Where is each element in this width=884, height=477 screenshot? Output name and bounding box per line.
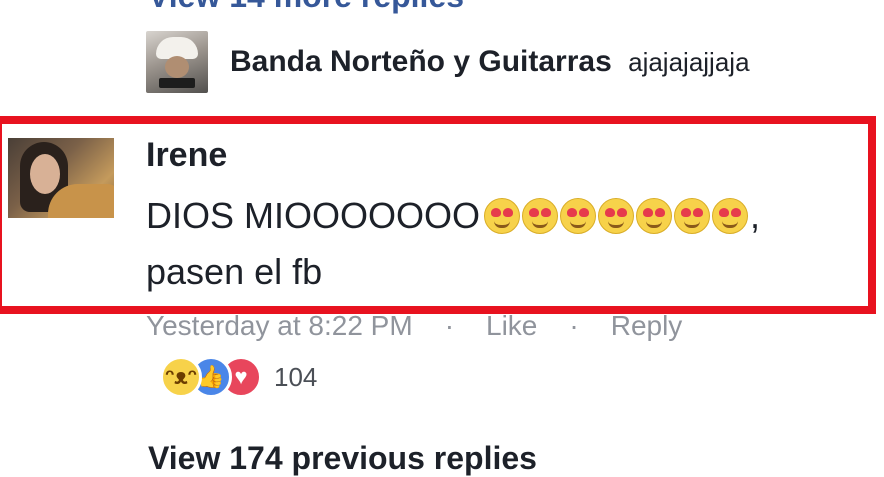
highlight-box (0, 116, 876, 314)
reply-author-avatar[interactable] (146, 31, 208, 93)
reply-button[interactable]: Reply (611, 310, 683, 342)
reply-item: Banda Norteño y Guitarras ajajajajjaja (146, 30, 750, 94)
haha-icon: ᵔᴥᵔ (160, 356, 202, 398)
like-button[interactable]: Like (486, 310, 537, 342)
comment-timestamp[interactable]: Yesterday at 8:22 PM (146, 310, 413, 342)
comment-actions: Yesterday at 8:22 PM · Like · Reply (146, 310, 682, 342)
reaction-count: 104 (274, 361, 318, 392)
reply-text: ajajajajjaja (628, 47, 750, 77)
view-previous-replies-link[interactable]: View 174 previous replies (148, 440, 537, 477)
separator: · (444, 310, 455, 341)
reply-author-name[interactable]: Banda Norteño y Guitarras (230, 45, 612, 78)
separator: · (569, 310, 579, 341)
view-more-replies-link[interactable]: View 14 more replies (148, 0, 464, 15)
reactions-summary[interactable]: ᵔᴥᵔ 👍 ♥ 104 (160, 356, 317, 398)
reply-content: Banda Norteño y Guitarras ajajajajjaja (230, 45, 750, 79)
